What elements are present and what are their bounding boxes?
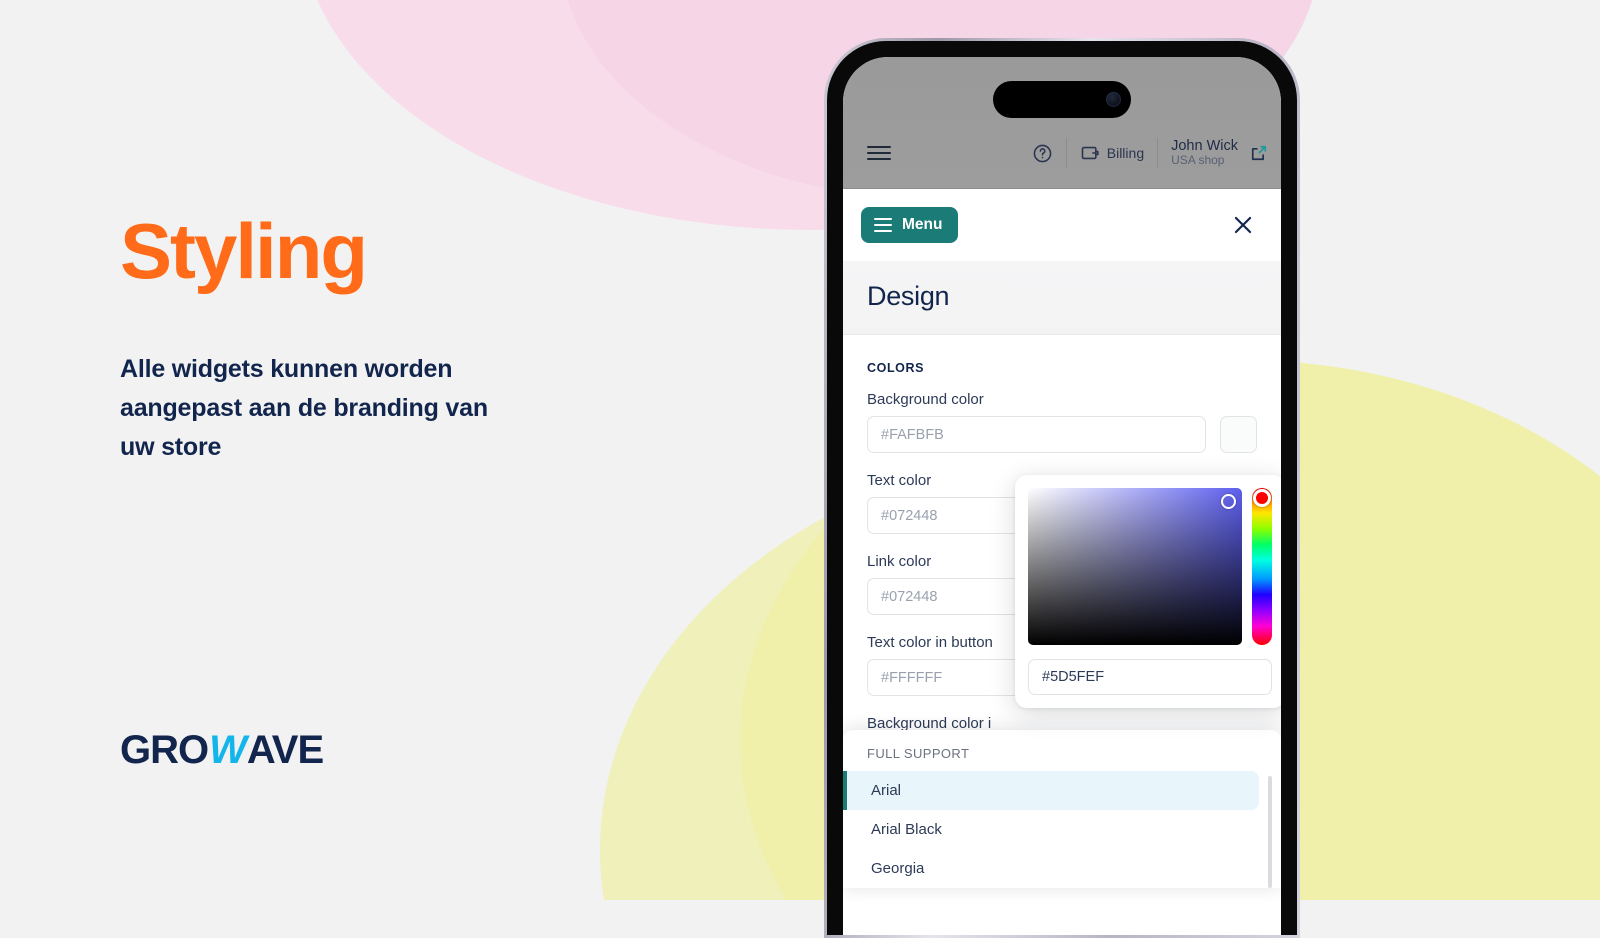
growave-logo: GRO W AVE	[120, 728, 324, 773]
color-picker-popup	[1015, 475, 1281, 708]
page-title: Styling	[120, 207, 368, 295]
saturation-value-area[interactable]	[1028, 488, 1242, 645]
saturation-value-handle[interactable]	[1221, 494, 1236, 509]
logo-part-three: AVE	[246, 728, 324, 772]
help-button[interactable]	[1032, 143, 1053, 164]
design-page-title: Design	[867, 281, 950, 311]
phone-frame: Billing John Wick USA shop Menu Design C…	[824, 38, 1300, 938]
field-label: Background color	[867, 391, 984, 408]
phone-screen: Billing John Wick USA shop Menu Design C…	[843, 57, 1281, 935]
topbar-divider-1	[1065, 138, 1067, 168]
hamburger-icon[interactable]	[867, 146, 891, 160]
front-camera-icon	[1106, 92, 1121, 107]
billing-button[interactable]: Billing	[1080, 143, 1144, 163]
field-background-color: Background color	[867, 391, 1257, 453]
font-option-georgia[interactable]: Georgia	[843, 849, 1259, 888]
dynamic-island	[993, 81, 1131, 118]
user-name: John Wick	[1171, 137, 1238, 154]
phone-mockup: Billing John Wick USA shop Menu Design C…	[824, 38, 1300, 938]
user-menu[interactable]: John Wick USA shop	[1171, 138, 1238, 168]
color-picker-hex-input[interactable]	[1028, 659, 1272, 695]
menu-row: Menu	[843, 189, 1281, 261]
menu-button[interactable]: Menu	[861, 207, 959, 243]
font-option-arial-black[interactable]: Arial Black	[843, 810, 1259, 849]
logo-part-one: GRO	[120, 728, 209, 772]
colors-form: COLORS Background color Text color	[843, 335, 1281, 888]
close-icon[interactable]	[1230, 212, 1256, 238]
logo-part-w: W	[209, 728, 247, 772]
menu-button-label: Menu	[902, 216, 943, 233]
subheadline: Alle widgets kunnen worden aangepast aan…	[120, 355, 488, 461]
background-color-input[interactable]	[867, 416, 1206, 453]
wallet-icon	[1081, 146, 1099, 160]
background-color-swatch[interactable]	[1220, 416, 1257, 453]
user-shop: USA shop	[1171, 153, 1225, 168]
hue-slider[interactable]	[1252, 488, 1272, 645]
external-link-icon[interactable]	[1249, 143, 1269, 163]
font-list-scrollbar[interactable]	[1268, 776, 1272, 888]
topbar-divider-2	[1157, 138, 1159, 168]
billing-label: Billing	[1106, 145, 1145, 161]
font-group-label: FULL SUPPORT	[867, 746, 970, 761]
design-header: Design	[843, 261, 1281, 335]
font-dropdown: FULL SUPPORT Arial Arial Black Georgia	[843, 730, 1281, 888]
marketing-column: Styling Alle widgets kunnen worden aange…	[120, 0, 760, 900]
phone-bezel: Billing John Wick USA shop Menu Design C…	[827, 41, 1297, 935]
question-circle-icon	[1033, 144, 1052, 162]
colors-section-label: COLORS	[867, 361, 925, 375]
hamburger-icon	[874, 218, 892, 232]
app-topbar: Billing John Wick USA shop	[843, 57, 1281, 189]
hue-slider-handle[interactable]	[1253, 489, 1271, 507]
font-option-arial[interactable]: Arial	[843, 771, 1259, 810]
